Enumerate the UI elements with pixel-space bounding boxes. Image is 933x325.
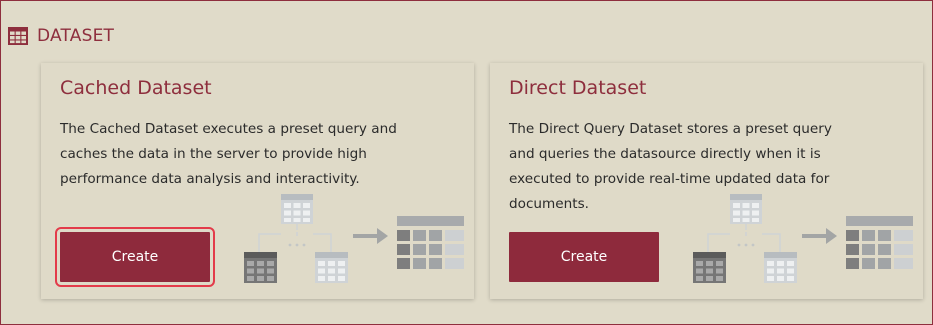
dataset-flow-illustration bbox=[693, 194, 913, 283]
cached-dataset-card: Cached Dataset The Cached Dataset execut… bbox=[41, 63, 474, 299]
card-description: The Cached Dataset executes a preset que… bbox=[60, 121, 397, 187]
card-title: Cached Dataset bbox=[60, 77, 212, 99]
section-title: DATASET bbox=[37, 26, 115, 46]
dataset-flow-illustration bbox=[244, 194, 464, 283]
section-header: DATASET bbox=[8, 25, 114, 47]
card-title: Direct Dataset bbox=[509, 77, 647, 99]
table-grid-icon bbox=[8, 27, 28, 45]
direct-dataset-card: Direct Dataset The Direct Query Dataset … bbox=[490, 63, 923, 299]
create-direct-dataset-button[interactable]: Create bbox=[509, 232, 659, 282]
create-cached-dataset-button[interactable]: Create bbox=[55, 227, 215, 287]
